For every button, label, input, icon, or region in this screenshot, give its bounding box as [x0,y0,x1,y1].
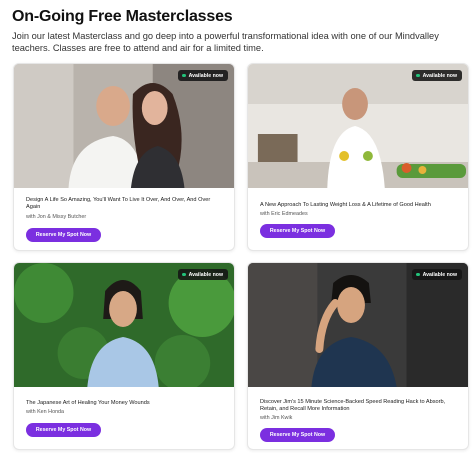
masterclass-card-edmeades[interactable]: Available now A New Approach To Lasting … [247,63,469,251]
masterclass-card-butcher[interactable]: Available now Design A Life So Amazing, … [13,63,235,251]
masterclass-title: A New Approach To Lasting Weight Loss & … [260,202,431,208]
live-dot-icon [416,272,420,277]
availability-badge: Available now [412,269,462,280]
masterclass-author: with Jim Kwik [260,415,293,421]
masterclass-title: Discover Jim's 15 Minute Science-Backed … [260,399,446,413]
live-dot-icon [182,73,186,78]
page-title: On-Going Free Masterclasses [12,8,233,25]
masterclass-card-kwik[interactable]: Available now Discover Jim's 15 Minute S… [247,262,469,450]
live-dot-icon [182,272,186,277]
reserve-spot-button[interactable]: Reserve My Spot Now [26,228,101,242]
masterclass-photo-butcher[interactable]: Available now [14,64,234,188]
reserve-spot-button[interactable]: Reserve My Spot Now [260,428,335,442]
masterclass-title: Design A Life So Amazing, You'll Want To… [26,197,211,211]
masterclass-author: with Eric Edmeades [260,211,308,217]
reserve-spot-button[interactable]: Reserve My Spot Now [26,423,101,437]
masterclass-author: with Jon & Missy Butcher [26,214,87,220]
masterclass-photo-kwik[interactable]: Available now [248,263,468,387]
availability-badge: Available now [178,269,228,280]
masterclass-author: with Ken Honda [26,409,65,415]
availability-badge: Available now [412,70,462,81]
page-intro: Join our latest Masterclass and go deep … [12,31,439,53]
reserve-spot-button[interactable]: Reserve My Spot Now [260,224,335,238]
live-dot-icon [416,73,420,78]
masterclass-photo-honda[interactable]: Available now [14,263,234,387]
availability-badge: Available now [178,70,228,81]
masterclass-photo-edmeades[interactable]: Available now [248,64,468,188]
masterclass-card-honda[interactable]: Available now The Japanese Art of Healin… [13,262,235,450]
masterclass-title: The Japanese Art of Healing Your Money W… [26,400,150,406]
